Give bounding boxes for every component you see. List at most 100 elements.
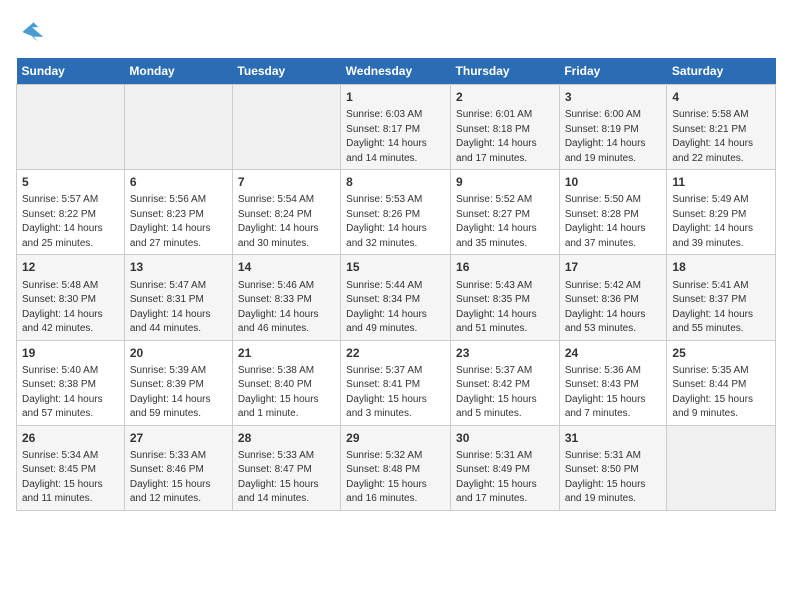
day-number: 31	[565, 430, 662, 446]
day-info: Sunrise: 6:03 AM Sunset: 8:17 PM Dayligh…	[346, 109, 427, 164]
day-info: Sunrise: 5:39 AM Sunset: 8:39 PM Dayligh…	[130, 365, 211, 420]
day-number: 30	[456, 430, 554, 446]
day-info: Sunrise: 5:53 AM Sunset: 8:26 PM Dayligh…	[346, 194, 427, 249]
day-info: Sunrise: 5:31 AM Sunset: 8:50 PM Dayligh…	[565, 450, 646, 505]
col-header-thursday: Thursday	[451, 58, 560, 85]
calendar-cell: 23 Sunrise: 5:37 AM Sunset: 8:42 PM Dayli…	[451, 340, 560, 425]
calendar-cell: 3 Sunrise: 6:00 AM Sunset: 8:19 PM Daylig…	[559, 85, 667, 170]
calendar-cell: 9 Sunrise: 5:52 AM Sunset: 8:27 PM Daylig…	[451, 170, 560, 255]
day-number: 18	[672, 259, 770, 275]
day-info: Sunrise: 5:38 AM Sunset: 8:40 PM Dayligh…	[238, 365, 319, 420]
day-number: 9	[456, 174, 554, 190]
calendar-cell: 17 Sunrise: 5:42 AM Sunset: 8:36 PM Dayli…	[559, 255, 667, 340]
day-info: Sunrise: 5:41 AM Sunset: 8:37 PM Dayligh…	[672, 280, 753, 335]
day-info: Sunrise: 5:35 AM Sunset: 8:44 PM Dayligh…	[672, 365, 753, 420]
day-info: Sunrise: 6:01 AM Sunset: 8:18 PM Dayligh…	[456, 109, 537, 164]
day-number: 3	[565, 89, 662, 105]
week-row-5: 26 Sunrise: 5:34 AM Sunset: 8:45 PM Dayli…	[17, 425, 776, 510]
day-info: Sunrise: 5:48 AM Sunset: 8:30 PM Dayligh…	[22, 280, 103, 335]
day-info: Sunrise: 5:37 AM Sunset: 8:41 PM Dayligh…	[346, 365, 427, 420]
calendar-cell: 6Sunrise: 5:56 AM Sunset: 8:23 PM Daylig…	[124, 170, 232, 255]
calendar-cell: 19 Sunrise: 5:40 AM Sunset: 8:38 PM Dayli…	[17, 340, 125, 425]
calendar-cell: 25Sunrise: 5:35 AM Sunset: 8:44 PM Dayli…	[667, 340, 776, 425]
logo	[16, 16, 52, 48]
week-row-2: 5 Sunrise: 5:57 AM Sunset: 8:22 PM Daylig…	[17, 170, 776, 255]
calendar-cell: 27 Sunrise: 5:33 AM Sunset: 8:46 PM Dayli…	[124, 425, 232, 510]
day-number: 27	[130, 430, 227, 446]
day-number: 21	[238, 345, 335, 361]
day-info: Sunrise: 5:32 AM Sunset: 8:48 PM Dayligh…	[346, 450, 427, 505]
day-number: 24	[565, 345, 662, 361]
calendar-cell: 30 Sunrise: 5:31 AM Sunset: 8:49 PM Dayli…	[451, 425, 560, 510]
week-row-4: 19 Sunrise: 5:40 AM Sunset: 8:38 PM Dayli…	[17, 340, 776, 425]
header-row: SundayMondayTuesdayWednesdayThursdayFrid…	[17, 58, 776, 85]
day-info: Sunrise: 5:46 AM Sunset: 8:33 PM Dayligh…	[238, 280, 319, 335]
calendar-cell: 1 Sunrise: 6:03 AM Sunset: 8:17 PM Daylig…	[341, 85, 451, 170]
day-info: Sunrise: 5:34 AM Sunset: 8:45 PM Dayligh…	[22, 450, 103, 505]
day-number: 8	[346, 174, 445, 190]
day-info: Sunrise: 5:47 AM Sunset: 8:31 PM Dayligh…	[130, 280, 211, 335]
day-number: 4	[672, 89, 770, 105]
day-number: 28	[238, 430, 335, 446]
day-number: 22	[346, 345, 445, 361]
day-number: 26	[22, 430, 119, 446]
week-row-1: 1 Sunrise: 6:03 AM Sunset: 8:17 PM Daylig…	[17, 85, 776, 170]
day-info: Sunrise: 5:40 AM Sunset: 8:38 PM Dayligh…	[22, 365, 103, 420]
day-info: Sunrise: 5:43 AM Sunset: 8:35 PM Dayligh…	[456, 280, 537, 335]
col-header-friday: Friday	[559, 58, 667, 85]
day-number: 1	[346, 89, 445, 105]
day-number: 19	[22, 345, 119, 361]
day-info: Sunrise: 5:54 AM Sunset: 8:24 PM Dayligh…	[238, 194, 319, 249]
calendar-cell: 15Sunrise: 5:44 AM Sunset: 8:34 PM Dayli…	[341, 255, 451, 340]
col-header-monday: Monday	[124, 58, 232, 85]
calendar-cell: 29 Sunrise: 5:32 AM Sunset: 8:48 PM Dayli…	[341, 425, 451, 510]
col-header-wednesday: Wednesday	[341, 58, 451, 85]
calendar-cell	[232, 85, 340, 170]
calendar-cell: 18 Sunrise: 5:41 AM Sunset: 8:37 PM Dayli…	[667, 255, 776, 340]
calendar-cell: 14 Sunrise: 5:46 AM Sunset: 8:33 PM Dayli…	[232, 255, 340, 340]
calendar-cell: 7 Sunrise: 5:54 AM Sunset: 8:24 PM Daylig…	[232, 170, 340, 255]
day-number: 15	[346, 259, 445, 275]
day-number: 5	[22, 174, 119, 190]
calendar-cell: 22 Sunrise: 5:37 AM Sunset: 8:41 PM Dayli…	[341, 340, 451, 425]
calendar-cell: 24 Sunrise: 5:36 AM Sunset: 8:43 PM Dayli…	[559, 340, 667, 425]
day-number: 11	[672, 174, 770, 190]
calendar-cell: 26 Sunrise: 5:34 AM Sunset: 8:45 PM Dayli…	[17, 425, 125, 510]
day-info: Sunrise: 5:58 AM Sunset: 8:21 PM Dayligh…	[672, 109, 753, 164]
calendar-cell	[17, 85, 125, 170]
day-info: Sunrise: 5:36 AM Sunset: 8:43 PM Dayligh…	[565, 365, 646, 420]
calendar-cell: 21 Sunrise: 5:38 AM Sunset: 8:40 PM Dayli…	[232, 340, 340, 425]
col-header-tuesday: Tuesday	[232, 58, 340, 85]
day-info: Sunrise: 5:37 AM Sunset: 8:42 PM Dayligh…	[456, 365, 537, 420]
day-info: Sunrise: 5:42 AM Sunset: 8:36 PM Dayligh…	[565, 280, 646, 335]
day-info: Sunrise: 5:31 AM Sunset: 8:49 PM Dayligh…	[456, 450, 537, 505]
col-header-saturday: Saturday	[667, 58, 776, 85]
day-number: 13	[130, 259, 227, 275]
day-number: 12	[22, 259, 119, 275]
day-info: Sunrise: 5:52 AM Sunset: 8:27 PM Dayligh…	[456, 194, 537, 249]
day-info: Sunrise: 6:00 AM Sunset: 8:19 PM Dayligh…	[565, 109, 646, 164]
calendar-cell: 2Sunrise: 6:01 AM Sunset: 8:18 PM Daylig…	[451, 85, 560, 170]
day-number: 17	[565, 259, 662, 275]
calendar-table: SundayMondayTuesdayWednesdayThursdayFrid…	[16, 58, 776, 511]
day-info: Sunrise: 5:57 AM Sunset: 8:22 PM Dayligh…	[22, 194, 103, 249]
day-info: Sunrise: 5:56 AM Sunset: 8:23 PM Dayligh…	[130, 194, 211, 249]
day-number: 23	[456, 345, 554, 361]
calendar-cell: 16Sunrise: 5:43 AM Sunset: 8:35 PM Dayli…	[451, 255, 560, 340]
day-info: Sunrise: 5:33 AM Sunset: 8:47 PM Dayligh…	[238, 450, 319, 505]
calendar-cell: 13 Sunrise: 5:47 AM Sunset: 8:31 PM Dayli…	[124, 255, 232, 340]
day-number: 29	[346, 430, 445, 446]
calendar-cell	[124, 85, 232, 170]
calendar-cell: 8 Sunrise: 5:53 AM Sunset: 8:26 PM Daylig…	[341, 170, 451, 255]
calendar-cell: 10Sunrise: 5:50 AM Sunset: 8:28 PM Dayli…	[559, 170, 667, 255]
day-number: 10	[565, 174, 662, 190]
day-number: 14	[238, 259, 335, 275]
calendar-cell: 4 Sunrise: 5:58 AM Sunset: 8:21 PM Daylig…	[667, 85, 776, 170]
calendar-cell: 20 Sunrise: 5:39 AM Sunset: 8:39 PM Dayli…	[124, 340, 232, 425]
calendar-cell: 28 Sunrise: 5:33 AM Sunset: 8:47 PM Dayli…	[232, 425, 340, 510]
day-number: 7	[238, 174, 335, 190]
calendar-cell: 5 Sunrise: 5:57 AM Sunset: 8:22 PM Daylig…	[17, 170, 125, 255]
header	[16, 16, 776, 48]
day-info: Sunrise: 5:33 AM Sunset: 8:46 PM Dayligh…	[130, 450, 211, 505]
day-number: 20	[130, 345, 227, 361]
